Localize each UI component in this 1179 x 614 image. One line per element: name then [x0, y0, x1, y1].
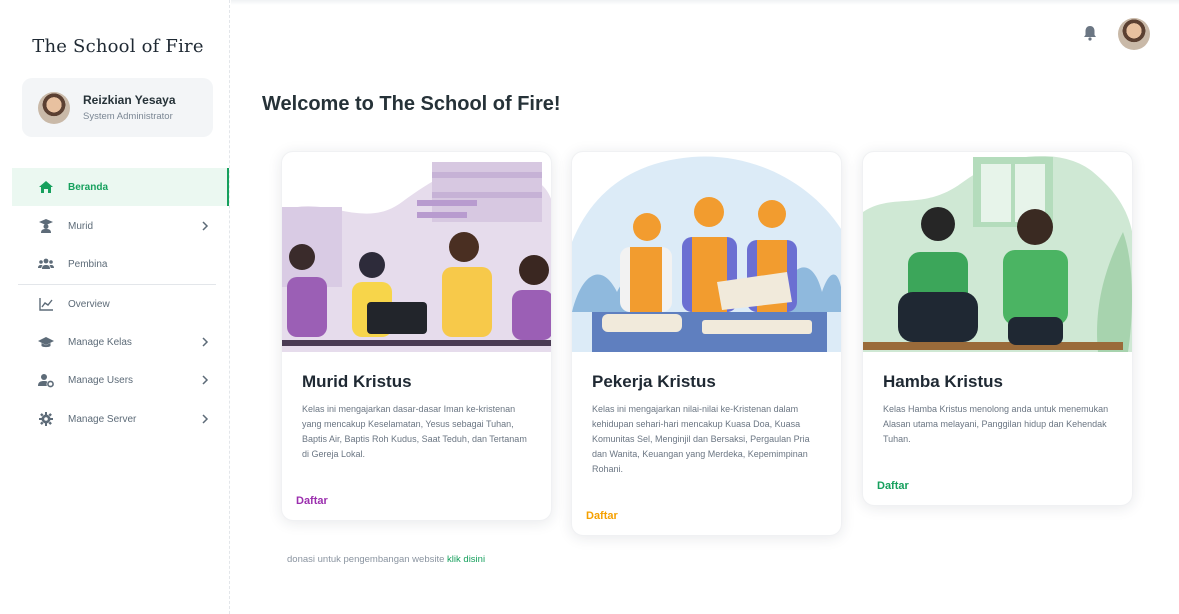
daftar-button[interactable]: Daftar [877, 480, 909, 492]
avatar[interactable] [1118, 18, 1150, 50]
sidebar-item-manage-kelas[interactable]: Manage Kelas [12, 323, 229, 361]
sidebar-item-label: Murid [68, 220, 94, 232]
sidebar: The School of Fire Reizkian Yesaya Syste… [0, 0, 230, 614]
home-icon [39, 181, 53, 193]
sidebar-item-label: Pembina [68, 258, 108, 270]
sidebar-item-manage-users[interactable]: Manage Users [12, 361, 229, 399]
chevron-right-icon [202, 221, 209, 231]
graduation-cap-icon [38, 337, 54, 348]
class-illustration-image [282, 162, 551, 352]
footer-text: donasi untuk pengembangan website [287, 554, 445, 565]
sidebar-item-murid[interactable]: Murid [12, 207, 229, 245]
class-illustration-image [572, 156, 841, 352]
footer-note: donasi untuk pengembangan website klik d… [287, 554, 485, 565]
user-role: System Administrator [83, 111, 173, 122]
user-name: Reizkian Yesaya [83, 93, 176, 107]
users-group-icon [38, 258, 54, 269]
card-description: Kelas ini mengajarkan dasar-dasar Iman k… [302, 404, 527, 459]
sidebar-item-label: Overview [68, 298, 110, 310]
class-illustration-image [863, 156, 1132, 352]
sidebar-item-beranda[interactable]: Beranda [12, 168, 229, 206]
sidebar-item-label: Manage Users [68, 374, 134, 386]
sidebar-item-label: Manage Server [68, 413, 137, 425]
avatar [38, 92, 70, 124]
donation-link[interactable]: klik disini [447, 554, 485, 565]
card-title: Pekerja Kristus [592, 372, 716, 391]
sidebar-item-label: Manage Kelas [68, 336, 132, 348]
brand-title: The School of Fire [32, 36, 204, 57]
class-card-murid-kristus[interactable]: Murid Kristus Kelas ini mengajarkan dasa… [281, 151, 552, 521]
topbar [231, 0, 1179, 5]
class-card-hamba-kristus[interactable]: Hamba Kristus Kelas Hamba Kristus menolo… [862, 151, 1133, 506]
daftar-button[interactable]: Daftar [296, 495, 328, 507]
chevron-right-icon [202, 375, 209, 385]
sidebar-item-manage-server[interactable]: Manage Server [12, 400, 229, 438]
user-gear-icon [38, 374, 54, 388]
sidebar-item-pembina[interactable]: Pembina [12, 245, 229, 283]
gear-icon [39, 412, 53, 426]
daftar-button[interactable]: Daftar [586, 510, 618, 522]
chevron-right-icon [202, 337, 209, 347]
card-title: Hamba Kristus [883, 372, 1003, 391]
sidebar-item-label: Beranda [68, 181, 109, 193]
card-title: Murid Kristus [302, 372, 412, 391]
student-icon [39, 219, 53, 233]
card-description: Kelas ini mengajarkan nilai-nilai ke-Kri… [592, 404, 810, 474]
card-description: Kelas Hamba Kristus menolong anda untuk … [883, 404, 1109, 444]
sidebar-item-overview[interactable]: Overview [12, 285, 229, 323]
bell-icon[interactable] [1083, 25, 1097, 41]
user-profile-card[interactable]: Reizkian Yesaya System Administrator [22, 78, 213, 137]
chart-line-icon [39, 298, 53, 311]
chevron-right-icon [202, 414, 209, 424]
class-card-pekerja-kristus[interactable]: Pekerja Kristus Kelas ini mengajarkan ni… [571, 151, 842, 536]
page-title: Welcome to The School of Fire! [262, 93, 561, 115]
